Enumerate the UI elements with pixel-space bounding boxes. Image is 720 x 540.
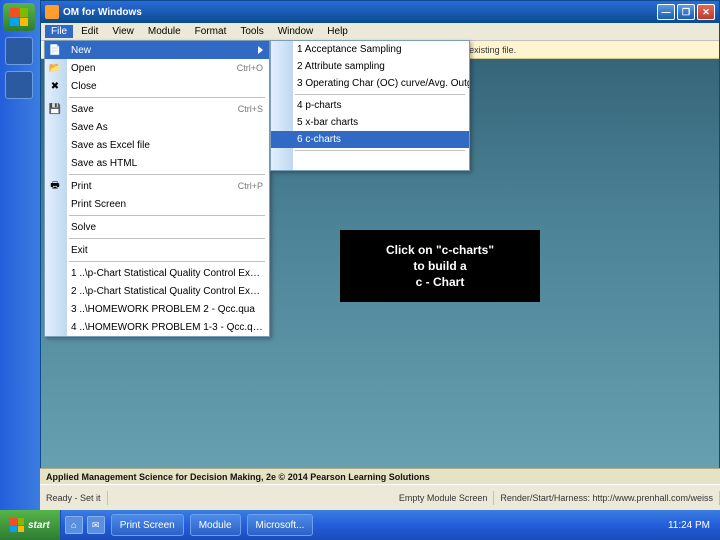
status-mid: Empty Module Screen bbox=[393, 491, 495, 505]
menu-tools[interactable]: Tools bbox=[234, 25, 269, 38]
menu-item-save-as[interactable]: Save As bbox=[45, 118, 269, 136]
quicklaunch-icon[interactable]: ⌂ bbox=[65, 516, 83, 534]
instruction-callout: Click on "c-charts" to build a c - Chart bbox=[340, 230, 540, 302]
callout-line1: Click on "c-charts" bbox=[386, 242, 494, 258]
app-icon bbox=[45, 5, 59, 19]
submenu-p-charts[interactable]: 4 p-charts bbox=[271, 97, 469, 114]
menu-item-save-excel[interactable]: Save as Excel file bbox=[45, 136, 269, 154]
menu-item-close[interactable]: ✖ Close bbox=[45, 77, 269, 95]
menu-file[interactable]: File bbox=[45, 25, 73, 38]
menu-edit[interactable]: Edit bbox=[75, 25, 104, 38]
menu-item-solve[interactable]: Solve bbox=[45, 218, 269, 236]
taskbar-task[interactable]: Microsoft... bbox=[247, 514, 314, 536]
menu-item-exit[interactable]: Exit bbox=[45, 241, 269, 259]
submenu-oc-curve[interactable]: 3 Operating Char (OC) curve/Avg. Outgoin… bbox=[271, 75, 469, 92]
desktop-shortcut-icon[interactable] bbox=[5, 71, 33, 99]
close-icon: ✖ bbox=[48, 79, 62, 93]
menu-item-recent-1[interactable]: 1 ..\p-Chart Statistical Quality Control… bbox=[45, 264, 269, 282]
footer-band: Applied Management Science for Decision … bbox=[40, 468, 720, 484]
menu-item-new[interactable]: 📄 New bbox=[45, 41, 269, 59]
left-dock bbox=[0, 0, 40, 510]
submenu-attribute-sampling[interactable]: 2 Attribute sampling bbox=[271, 58, 469, 75]
submenu-xbar-charts[interactable]: 5 x-bar charts bbox=[271, 114, 469, 131]
status-right: Render/Start/Harness: http://www.prenhal… bbox=[494, 491, 720, 505]
windows-start-icon[interactable] bbox=[3, 3, 35, 31]
submenu-acceptance-sampling[interactable]: 1 Acceptance Sampling bbox=[271, 41, 469, 58]
windows-logo-icon bbox=[10, 518, 24, 532]
submenu-process-capability[interactable] bbox=[271, 153, 469, 170]
menu-item-recent-2[interactable]: 2 ..\p-Chart Statistical Quality Control… bbox=[45, 282, 269, 300]
open-folder-icon: 📂 bbox=[48, 61, 62, 75]
submenu-c-charts[interactable]: 6 c-charts bbox=[271, 131, 469, 148]
menu-window[interactable]: Window bbox=[272, 25, 320, 38]
maximize-button[interactable]: ❐ bbox=[677, 4, 695, 20]
windows-logo-icon bbox=[10, 8, 28, 26]
menu-item-recent-4[interactable]: 4 ..\HOMEWORK PROBLEM 1-3 - Qcc.qua bbox=[45, 318, 269, 336]
menu-format[interactable]: Format bbox=[189, 25, 233, 38]
file-menu[interactable]: 📄 New 📂 Open Ctrl+O ✖ Close 💾 Save Ctrl+… bbox=[44, 40, 270, 337]
titlebar[interactable]: OM for Windows — ❐ ✕ bbox=[41, 1, 719, 23]
taskbar-clock[interactable]: 11:24 PM bbox=[658, 520, 720, 531]
new-submenu[interactable]: 1 Acceptance Sampling 2 Attribute sampli… bbox=[270, 40, 470, 171]
window-controls: — ❐ ✕ bbox=[657, 4, 715, 20]
window-title: OM for Windows bbox=[63, 7, 142, 18]
print-icon: 🖶 bbox=[48, 179, 62, 193]
menu-item-recent-3[interactable]: 3 ..\HOMEWORK PROBLEM 2 - Qcc.qua bbox=[45, 300, 269, 318]
close-button[interactable]: ✕ bbox=[697, 4, 715, 20]
taskbar[interactable]: start ⌂ ✉ Print Screen Module Microsoft.… bbox=[0, 510, 720, 540]
menu-view[interactable]: View bbox=[106, 25, 140, 38]
status-left: Ready - Set it bbox=[40, 491, 108, 505]
minimize-button[interactable]: — bbox=[657, 4, 675, 20]
menu-item-open[interactable]: 📂 Open Ctrl+O bbox=[45, 59, 269, 77]
callout-line2: to build a bbox=[386, 258, 494, 274]
taskbar-task[interactable]: Print Screen bbox=[111, 514, 184, 536]
menu-item-print-screen[interactable]: Print Screen bbox=[45, 195, 269, 213]
save-icon: 💾 bbox=[48, 102, 62, 116]
taskbar-task[interactable]: Module bbox=[190, 514, 241, 536]
menu-module[interactable]: Module bbox=[142, 25, 187, 38]
status-bar: Ready - Set it Empty Module Screen Rende… bbox=[40, 484, 720, 510]
new-file-icon: 📄 bbox=[48, 43, 62, 57]
menu-item-save-html[interactable]: Save as HTML bbox=[45, 154, 269, 172]
menu-item-print[interactable]: 🖶 Print Ctrl+P bbox=[45, 177, 269, 195]
footer-text: Applied Management Science for Decision … bbox=[46, 472, 430, 482]
menu-help[interactable]: Help bbox=[321, 25, 354, 38]
callout-line3: c - Chart bbox=[386, 274, 494, 290]
start-button[interactable]: start bbox=[0, 510, 61, 540]
quicklaunch-icon[interactable]: ✉ bbox=[87, 516, 105, 534]
menubar[interactable]: File Edit View Module Format Tools Windo… bbox=[41, 23, 719, 41]
desktop-shortcut-icon[interactable] bbox=[5, 37, 33, 65]
menu-item-save[interactable]: 💾 Save Ctrl+S bbox=[45, 100, 269, 118]
chevron-right-icon bbox=[258, 46, 263, 54]
